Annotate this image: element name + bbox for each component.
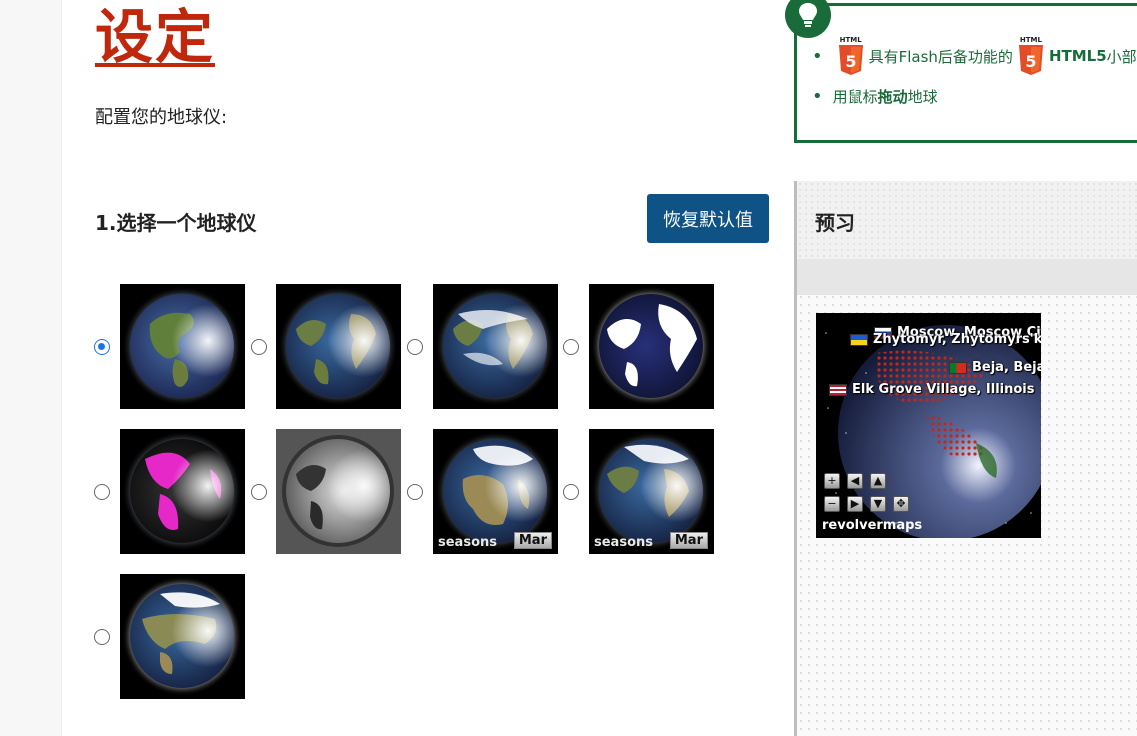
globe-thumb-cloudy[interactable]	[433, 284, 558, 409]
preview-title: 预习	[815, 211, 855, 235]
svg-text:5: 5	[1025, 52, 1036, 71]
flag-icon-portugal	[949, 361, 967, 374]
globe-radio-8[interactable]	[563, 484, 579, 500]
tip-item-html5: HTML 5 具有Flash后备功能的 HTML 5 HTML5小部件	[812, 36, 1137, 76]
zoom-in-button[interactable]: +	[824, 473, 840, 489]
flag-icon-usa	[829, 383, 847, 396]
rotate-up-button[interactable]: ▲	[870, 473, 886, 489]
globe-radio-9[interactable]	[94, 629, 110, 645]
globe-thumb-classic-blue[interactable]	[120, 284, 245, 409]
globe-thumb-magenta[interactable]	[120, 429, 245, 554]
seasons-label: seasons	[594, 535, 653, 550]
globe-thumb-realistic-atlantic[interactable]	[276, 284, 401, 409]
month-label: Mar	[513, 532, 552, 549]
globe-thumb-white-navy[interactable]	[589, 284, 714, 409]
globe-radio-5[interactable]	[94, 484, 110, 500]
html5-icon: HTML 5	[837, 36, 865, 76]
globe-thumb-eurasia[interactable]	[120, 574, 245, 699]
tip-list: HTML 5 具有Flash后备功能的 HTML 5 HTML5小部件 用鼠标拖…	[812, 36, 1137, 116]
rotate-down-button[interactable]: ▼	[870, 496, 886, 512]
page-title: 设定	[95, 3, 216, 71]
globe-radio-7[interactable]	[407, 484, 423, 500]
revolvermaps-brand: revolvermaps	[822, 518, 923, 533]
reset-defaults-button[interactable]: 恢复默认值	[647, 194, 769, 243]
rotate-right-button[interactable]: ▶	[847, 496, 863, 512]
pin-label-beja: Beja, Beja	[949, 360, 1041, 375]
zoom-out-button[interactable]: −	[824, 496, 840, 512]
rotate-left-button[interactable]: ◀	[847, 473, 863, 489]
svg-text:5: 5	[845, 52, 856, 71]
intro-text: 配置您的地球仪:	[95, 107, 228, 128]
move-icon[interactable]: ✥	[893, 496, 909, 512]
globe-radio-1[interactable]	[94, 339, 110, 355]
globe-thumb-seasons-europe[interactable]: seasons Mar	[433, 429, 558, 554]
preview-globe[interactable]: Moscow, Moscow City Zhytomyr, Zhytomyrs'…	[816, 313, 1041, 538]
left-gutter	[0, 0, 62, 736]
section-title: 1.选择一个地球仪	[95, 211, 257, 235]
globe-radio-6[interactable]	[251, 484, 267, 500]
pin-label-elk-grove: Elk Grove Village, Illinois	[829, 382, 1034, 397]
month-label: Mar	[669, 532, 708, 549]
globe-radio-4[interactable]	[563, 339, 579, 355]
html5-icon: HTML 5	[1017, 36, 1045, 76]
tip-item-drag: 用鼠标拖动地球	[812, 76, 1137, 116]
globe-thumb-grayscale[interactable]	[276, 429, 401, 554]
globe-thumb-seasons-atlantic[interactable]: seasons Mar	[589, 429, 714, 554]
seasons-label: seasons	[438, 535, 497, 550]
globe-radio-3[interactable]	[407, 339, 423, 355]
pin-label-zhytomyr: Zhytomyr, Zhytomyrs'ka	[850, 332, 1041, 347]
flag-icon-ukraine	[850, 333, 868, 346]
globe-radio-2[interactable]	[251, 339, 267, 355]
preview-strip	[797, 259, 1137, 295]
